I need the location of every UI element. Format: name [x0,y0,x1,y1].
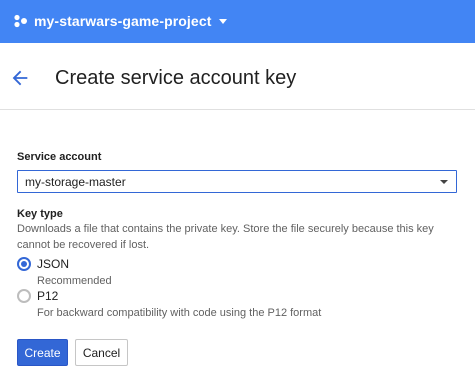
key-type-label: Key type [17,208,63,220]
project-icon [14,14,27,28]
top-app-bar: my-starwars-game-project [0,0,475,43]
create-button[interactable]: Create [17,339,68,366]
service-account-select[interactable]: my-storage-master [17,170,457,193]
service-account-value: my-storage-master [25,175,126,189]
radio-json-description: Recommended [37,275,112,287]
arrow-left-icon[interactable] [9,67,31,89]
project-name: my-starwars-game-project [34,13,212,29]
radio-json-label: JSON [37,257,70,271]
radio-p12-label: P12 [37,289,59,303]
chevron-down-icon [219,18,228,24]
radio-unchecked-icon[interactable] [17,289,31,303]
project-selector[interactable]: my-starwars-game-project [13,9,228,33]
radio-json[interactable]: JSON Recommended [17,256,112,289]
cancel-button[interactable]: Cancel [75,339,128,366]
radio-p12-description: For backward compatibility with code usi… [37,307,322,319]
key-type-help: Downloads a file that contains the priva… [17,223,434,251]
page-header: Create service account key [0,43,475,110]
radio-p12[interactable]: P12 For backward compatibility with code… [17,288,321,321]
radio-checked-icon[interactable] [17,257,31,271]
dropdown-arrow-icon [440,180,448,184]
service-account-label: Service account [17,151,102,163]
page-title: Create service account key [55,67,297,89]
